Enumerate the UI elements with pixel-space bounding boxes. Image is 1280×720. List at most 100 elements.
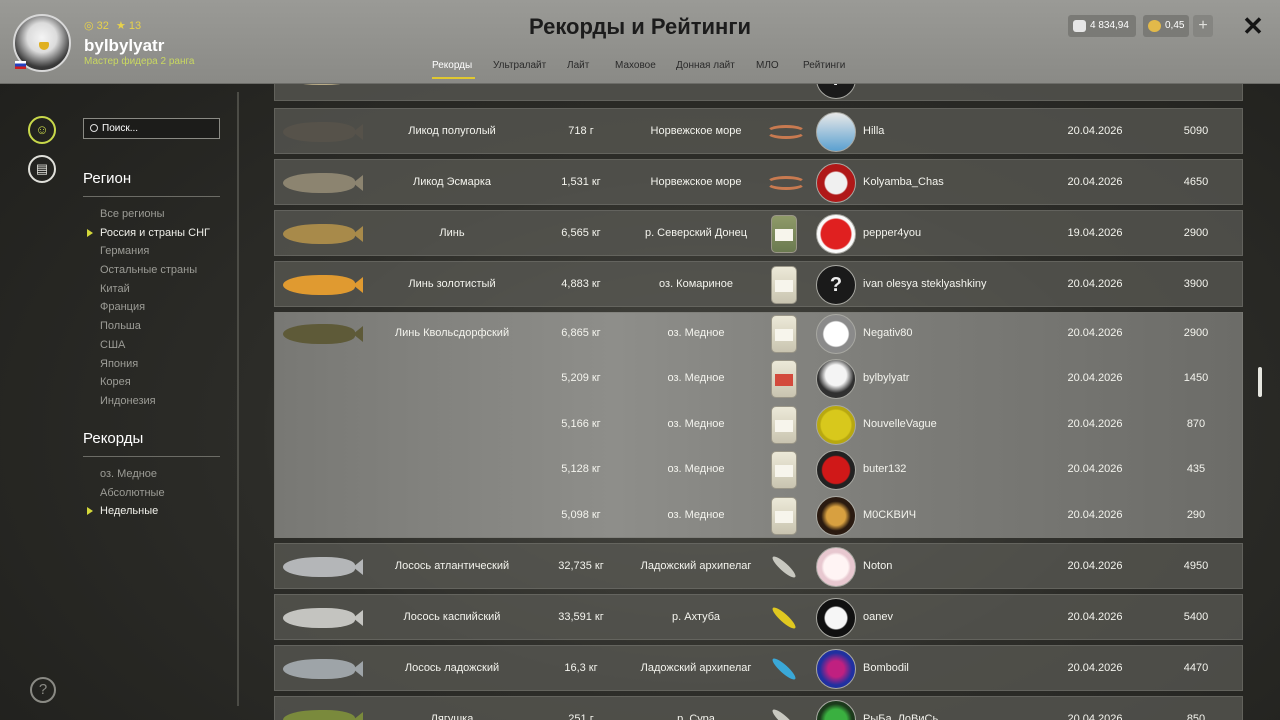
panel-divider: [237, 92, 239, 706]
table-row[interactable]: Лосось атлантический 32,735 кг Ладожский а…: [274, 543, 1243, 589]
fish-name: Лосось атлантический: [394, 560, 510, 572]
player-avatar[interactable]: [816, 547, 856, 587]
tab-ultralight[interactable]: Ультралайт: [493, 60, 546, 71]
catch-location: Норвежское море: [650, 125, 742, 137]
catch-location: оз. Медное: [667, 372, 725, 384]
table-row[interactable]: Ликод Эсмарка 1,531 кг Норвежское море Koly…: [274, 159, 1243, 205]
player-avatar[interactable]: [816, 112, 856, 152]
region-item[interactable]: Япония: [100, 355, 210, 374]
catch-location: р. Северский Донец: [644, 227, 748, 239]
player-score: 4950: [1183, 560, 1209, 572]
catch-date: 20.04.2026: [1067, 176, 1123, 188]
table-row[interactable]: Линь Квольсдорфский 6,865 кг оз. Медное Neg…: [274, 312, 1243, 538]
player-avatar[interactable]: [816, 359, 856, 399]
player-avatar[interactable]: [816, 214, 856, 254]
region-item[interactable]: Остальные страны: [100, 261, 210, 280]
player-name: M0CKBИЧ: [863, 509, 917, 521]
gold-amount: 0,45: [1165, 20, 1185, 31]
table-row[interactable]: Лягушка 251 г р. Сура РыБа_ЛоВиСь 20.04.2026…: [274, 696, 1243, 720]
fish-weight: 4,883 кг: [561, 278, 601, 290]
jar-label-icon: [775, 280, 793, 292]
bait-icon: [770, 706, 798, 720]
tab-bottom-light[interactable]: Донная лайт: [676, 60, 735, 71]
region-item[interactable]: США: [100, 336, 210, 355]
player-avatar[interactable]: [816, 649, 856, 689]
fish-weight: 5,209 кг: [561, 372, 601, 384]
friends-icon[interactable]: ☺: [28, 116, 56, 144]
player-score: 870: [1186, 418, 1206, 430]
records-item[interactable]: Недельные: [87, 502, 165, 521]
tab-records[interactable]: Рекорды: [432, 60, 472, 71]
inbox-icon[interactable]: ▤: [28, 155, 56, 183]
region-item[interactable]: Россия и страны СНГ: [87, 224, 210, 243]
jar-label-icon: [775, 511, 793, 523]
fish-icon: [283, 324, 363, 344]
region-item[interactable]: Индонезия: [100, 392, 210, 411]
table-row[interactable]: Лосось ладожский 16,3 кг Ладожский архипел…: [274, 645, 1243, 691]
player-avatar[interactable]: [816, 700, 856, 720]
player-avatar[interactable]: [816, 163, 856, 203]
tab-mlo[interactable]: МЛО: [756, 60, 779, 71]
bait-icon: [771, 360, 797, 398]
fish-icon: [283, 608, 363, 628]
table-row[interactable]: Линь золотистый 4,883 кг оз. Комариное ivan…: [274, 261, 1243, 307]
region-item[interactable]: Китай: [100, 280, 210, 299]
records-item[interactable]: Абсолютные: [100, 484, 165, 503]
help-icon[interactable]: ?: [30, 677, 56, 703]
player-avatar[interactable]: [816, 314, 856, 354]
bait-icon: [771, 215, 797, 253]
fish-name: Лосось каспийский: [403, 611, 501, 623]
add-currency-button[interactable]: +: [1193, 15, 1213, 37]
table-row[interactable]: Линь 6,565 кг р. Северский Донец pepper4you…: [274, 210, 1243, 256]
fish-icon: [283, 710, 363, 720]
player-score: 2900: [1183, 327, 1209, 339]
tab-ratings[interactable]: Рейтинги: [803, 60, 845, 71]
player-avatar[interactable]: [816, 598, 856, 638]
bait-icon: [770, 604, 798, 632]
active-tab-underline: [432, 77, 475, 79]
close-button[interactable]: ✕: [1240, 12, 1266, 40]
search-input[interactable]: Поиск...: [83, 118, 220, 139]
table-row[interactable]: Ликод полуголый 718 г Норвежское море Hilla…: [274, 108, 1243, 154]
player-avatar[interactable]: [816, 496, 856, 536]
region-title: Регион: [83, 170, 132, 187]
fish-icon: [283, 224, 363, 244]
catch-date: 20.04.2026: [1067, 560, 1123, 572]
fish-name: Линь золотистый: [408, 278, 496, 290]
fish-weight: 6,865 кг: [561, 327, 601, 339]
tab-light[interactable]: Лайт: [567, 60, 589, 71]
fish-name: Линь Квольсдорфский: [394, 327, 510, 339]
region-item[interactable]: Франция: [100, 298, 210, 317]
records-title: Рекорды: [83, 430, 144, 447]
tab-pole[interactable]: Маховое: [615, 60, 656, 71]
player-score: 3900: [1183, 278, 1209, 290]
jar-label-icon: [775, 229, 793, 241]
bait-icon: [771, 497, 797, 535]
player-name: Noton: [863, 560, 893, 572]
player-avatar[interactable]: [816, 450, 856, 490]
player-avatar[interactable]: ?: [816, 265, 856, 305]
catch-location: р. Ахтуба: [672, 611, 720, 623]
region-item[interactable]: Германия: [100, 242, 210, 261]
region-item[interactable]: Все регионы: [100, 205, 210, 224]
player-name: NouvelleVague: [863, 418, 937, 430]
fish-weight: 16,3 кг: [564, 662, 598, 674]
catch-location: Ладожский архипелаг: [640, 662, 752, 674]
scrollbar-thumb[interactable]: [1258, 367, 1262, 397]
player-name: oanev: [863, 611, 893, 623]
region-item[interactable]: Корея: [100, 373, 210, 392]
fish-icon: [283, 173, 363, 193]
gold-coin-icon: [1148, 20, 1161, 32]
player-score: 5400: [1183, 611, 1209, 623]
fish-icon: [283, 84, 355, 85]
region-list: Все регионы Россия и страны СНГ Германия…: [87, 205, 210, 411]
player-avatar: ?: [816, 84, 856, 99]
table-row[interactable]: ?: [274, 84, 1243, 101]
top-bar: ◎ 32 ★ 13 bylbylyatr Мастер фидера 2 ран…: [0, 0, 1280, 84]
player-avatar[interactable]: [816, 405, 856, 445]
bait-icon: [771, 406, 797, 444]
region-item[interactable]: Польша: [100, 317, 210, 336]
catch-location: Норвежское море: [650, 176, 742, 188]
table-row[interactable]: Лосось каспийский 33,591 кг р. Ахтуба oanev…: [274, 594, 1243, 640]
records-item[interactable]: оз. Медное: [100, 465, 165, 484]
